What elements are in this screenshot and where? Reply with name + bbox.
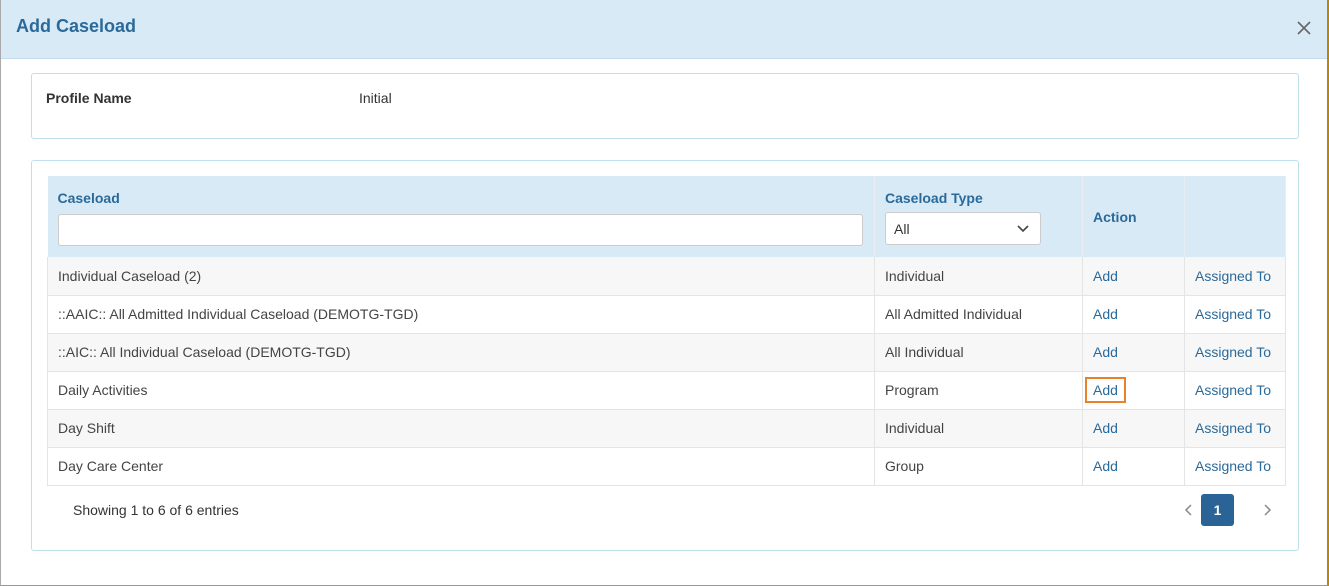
table-row: ::AIC:: All Individual Caseload (DEMOTG-…: [47, 333, 1286, 371]
add-link[interactable]: Add: [1093, 344, 1118, 360]
caseload-type-header-label: Caseload Type: [885, 190, 983, 206]
add-link[interactable]: Add: [1093, 268, 1118, 284]
page-1-button[interactable]: 1: [1201, 494, 1234, 526]
caseload-type-column-header[interactable]: Caseload Type All: [874, 176, 1083, 257]
caseload-filter-input[interactable]: [57, 214, 863, 246]
caseload-cell: Day Care Center: [47, 447, 875, 485]
table-info-text: Showing 1 to 6 of 6 entries: [73, 502, 239, 518]
caseload-type-select[interactable]: All: [885, 212, 1041, 245]
caseload-type-cell: Individual: [874, 257, 1083, 295]
caseload-type-cell: All Admitted Individual: [874, 295, 1083, 333]
add-link-focused[interactable]: Add: [1085, 377, 1126, 403]
add-link[interactable]: Add: [1093, 420, 1118, 436]
caseload-type-cell: Program: [874, 371, 1083, 409]
assigned-to-link[interactable]: Assigned To: [1195, 382, 1271, 398]
caseload-type-cell: Individual: [874, 409, 1083, 447]
chevron-right-icon[interactable]: [1261, 502, 1273, 518]
caseload-type-cell: All Individual: [874, 333, 1083, 371]
assigned-to-link[interactable]: Assigned To: [1195, 458, 1271, 474]
caseload-cell: Daily Activities: [47, 371, 875, 409]
add-link[interactable]: Add: [1093, 306, 1118, 322]
table-row: Individual Caseload (2) Individual Add A…: [47, 257, 1286, 295]
action-column-header: Action: [1082, 176, 1185, 257]
assigned-column-header: [1184, 176, 1286, 257]
caseload-cell: ::AAIC:: All Admitted Individual Caseloa…: [47, 295, 875, 333]
table-row: Daily Activities Program Add Assigned To: [47, 371, 1286, 409]
table-row: Day Care Center Group Add Assigned To: [47, 447, 1286, 485]
assigned-to-link[interactable]: Assigned To: [1195, 344, 1271, 360]
table-row: Day Shift Individual Add Assigned To: [47, 409, 1286, 447]
profile-name-label: Profile Name: [46, 90, 132, 106]
caseload-table-panel: Caseload Caseload Type All Action Indivi…: [31, 160, 1299, 551]
assigned-to-link[interactable]: Assigned To: [1195, 420, 1271, 436]
table-row: ::AAIC:: All Admitted Individual Caseloa…: [47, 295, 1286, 333]
pagination: 1: [1183, 494, 1273, 526]
add-caseload-modal: Add Caseload Profile Name Initial Caselo…: [0, 0, 1329, 586]
chevron-down-icon: [1017, 225, 1029, 233]
assigned-to-link[interactable]: Assigned To: [1195, 306, 1271, 322]
modal-header: Add Caseload: [1, 0, 1327, 59]
chevron-left-icon[interactable]: [1183, 502, 1195, 518]
caseload-header-label: Caseload: [57, 190, 120, 206]
caseload-column-header[interactable]: Caseload: [47, 176, 875, 257]
caseload-cell: ::AIC:: All Individual Caseload (DEMOTG-…: [47, 333, 875, 371]
profile-panel: Profile Name Initial: [31, 73, 1299, 139]
caseload-table: Caseload Caseload Type All Action Indivi…: [47, 176, 1286, 486]
caseload-cell: Day Shift: [47, 409, 875, 447]
caseload-cell: Individual Caseload (2): [47, 257, 875, 295]
table-header-row: Caseload Caseload Type All Action: [47, 176, 1286, 257]
modal-title: Add Caseload: [16, 16, 137, 36]
close-icon[interactable]: [1295, 19, 1313, 37]
caseload-type-selected: All: [894, 221, 910, 237]
add-link[interactable]: Add: [1093, 458, 1118, 474]
caseload-type-cell: Group: [874, 447, 1083, 485]
profile-name-value: Initial: [359, 90, 392, 106]
assigned-to-link[interactable]: Assigned To: [1195, 268, 1271, 284]
